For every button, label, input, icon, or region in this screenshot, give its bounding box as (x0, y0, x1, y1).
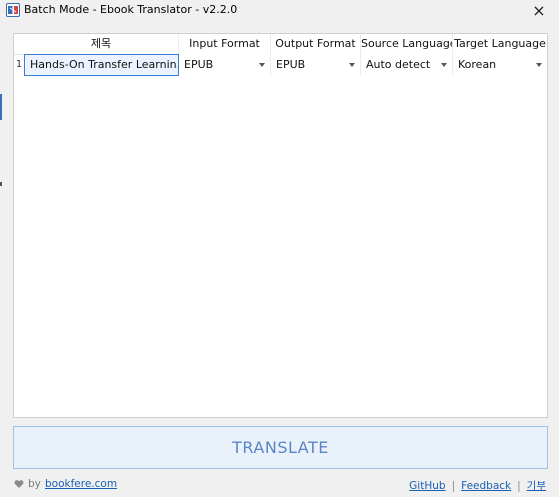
app-logo-icon (6, 3, 20, 17)
table-header: 제목 Input Format Output Format Source Lan… (14, 34, 547, 55)
dropdown-arrow-icon (536, 63, 542, 67)
title-bar: Batch Mode - Ebook Translator - v2.2.0 × (0, 0, 559, 22)
target-language-select[interactable]: Korean (453, 54, 547, 76)
batch-table: 제목 Input Format Output Format Source Lan… (13, 33, 548, 418)
source-language-select[interactable]: Auto detect (361, 54, 453, 76)
input-format-select[interactable]: EPUB (179, 54, 271, 76)
github-link[interactable]: GitHub (409, 480, 445, 492)
input-format-value: EPUB (184, 58, 214, 71)
footer-separator: | (451, 480, 456, 492)
ebook-title-cell[interactable]: Hands-On Transfer Learnin... (24, 54, 179, 76)
footer: by bookfere.com GitHub | Feedback | 기부 (0, 478, 559, 494)
column-header-source-language[interactable]: Source Language (361, 34, 453, 54)
dropdown-arrow-icon (259, 63, 265, 67)
output-format-select[interactable]: EPUB (271, 54, 361, 76)
output-format-value: EPUB (276, 58, 306, 71)
table-row: 1 Hands-On Transfer Learnin... EPUB EPUB… (14, 54, 547, 76)
source-language-value: Auto detect (366, 58, 431, 71)
close-button[interactable]: × (519, 0, 559, 22)
close-icon: × (532, 1, 546, 20)
column-header-title[interactable]: 제목 (24, 34, 179, 54)
feedback-link[interactable]: Feedback (461, 480, 511, 492)
column-header-input-format[interactable]: Input Format (179, 34, 271, 54)
translate-button[interactable]: TRANSLATE (13, 426, 548, 469)
bookfere-link[interactable]: bookfere.com (45, 478, 117, 490)
by-label: by (28, 478, 41, 490)
column-header-target-language[interactable]: Target Language (453, 34, 547, 54)
footer-separator: | (517, 480, 521, 492)
row-number: 1 (15, 59, 23, 70)
target-language-value: Korean (458, 58, 497, 71)
dropdown-arrow-icon (349, 63, 355, 67)
window-title: Batch Mode - Ebook Translator - v2.2.0 (24, 3, 238, 16)
heart-icon (14, 480, 24, 488)
column-header-output-format[interactable]: Output Format (271, 34, 361, 54)
dropdown-arrow-icon (441, 63, 447, 67)
footer-links: GitHub | Feedback | 기부 (409, 478, 546, 493)
left-window-edge (0, 22, 3, 497)
donate-link[interactable]: 기부 (527, 480, 546, 492)
